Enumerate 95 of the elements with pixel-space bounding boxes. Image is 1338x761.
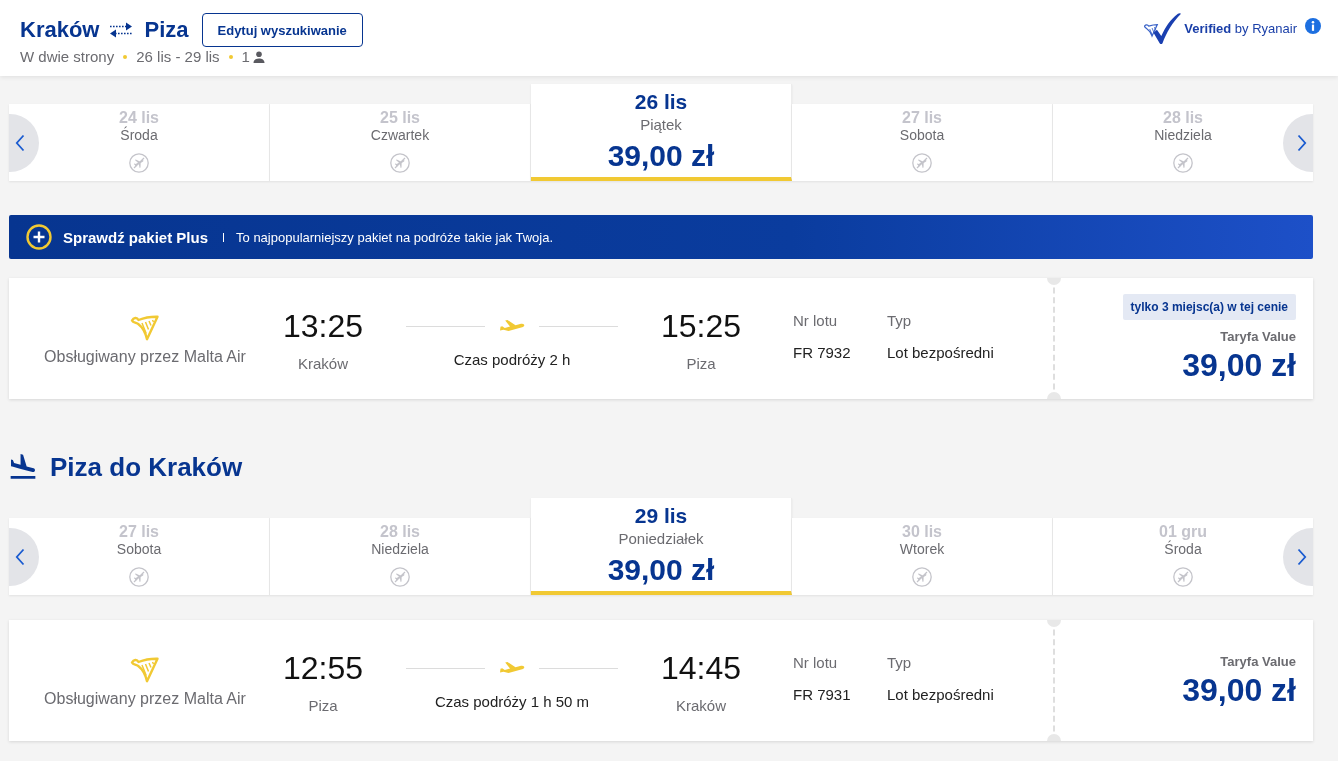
date-tab[interactable]: 30 lis Wtorek xyxy=(792,518,1053,595)
harp-checkmark-icon xyxy=(1144,11,1183,45)
tab-day: Poniedziałek xyxy=(618,530,704,548)
fare-price: 39,00 zł xyxy=(1182,671,1296,708)
edit-search-button[interactable]: Edytuj wyszukiwanie xyxy=(201,13,363,47)
tab-day: Sobota xyxy=(899,127,945,143)
banner-text: To najpopularniejszy pakiet na podróże takie jak Twoja. xyxy=(236,229,554,245)
separator-dot-icon xyxy=(228,55,233,59)
person-icon xyxy=(252,51,265,63)
no-flight-icon xyxy=(1173,567,1193,587)
arrival-city: Kraków xyxy=(676,697,726,715)
verified-text: Verified by Ryanair xyxy=(1184,20,1297,36)
duration-text: Czas podróży 1 h 50 m xyxy=(434,693,590,711)
operator-text: Obsługiwany przez Malta Air xyxy=(44,348,246,366)
tab-date: 27 lis xyxy=(902,109,942,127)
harp-logo-icon xyxy=(130,314,160,342)
fare-price: 39,00 zł xyxy=(1182,347,1296,383)
trip-type: W dwie strony xyxy=(20,48,115,66)
date-tab[interactable]: 27 lis Sobota xyxy=(9,518,270,595)
tab-price: 39,00 zł xyxy=(607,553,715,587)
tab-date: 28 lis xyxy=(380,523,420,541)
tab-day: Wtorek xyxy=(899,541,945,557)
flight-type-label: Typ xyxy=(887,312,912,330)
plane-icon xyxy=(499,661,525,675)
date-tab[interactable]: 26 lis Piątek 39,00 zł xyxy=(531,84,792,181)
no-flight-icon xyxy=(390,153,410,173)
date-tab[interactable]: 28 lis Niedziela xyxy=(270,518,531,595)
tab-day: Środa xyxy=(1164,541,1202,557)
chevron-left-icon xyxy=(15,548,25,566)
tab-date: 30 lis xyxy=(902,523,942,541)
origin-city: Kraków xyxy=(20,17,100,43)
tab-day: Piątek xyxy=(640,116,682,134)
section-title: Piza do Kraków xyxy=(50,452,243,482)
no-flight-icon xyxy=(129,153,149,173)
harp-logo-icon xyxy=(130,656,160,684)
flight-number-label: Nr lotu xyxy=(793,654,838,672)
date-tab[interactable]: 27 lis Sobota xyxy=(792,104,1053,181)
plane-icon xyxy=(499,319,525,333)
arrival-city: Piza xyxy=(686,355,716,373)
arrival-time: 14:45 xyxy=(660,650,742,686)
promo-banner[interactable]: Sprawdź pakiet Plus To najpopularniejszy pakiet na podróże takie jak Twoja. xyxy=(9,215,1313,259)
tab-day: Niedziela xyxy=(371,541,429,557)
chevron-right-icon xyxy=(1297,134,1307,152)
tab-day: Niedziela xyxy=(1154,127,1212,143)
arrival-time: 15:25 xyxy=(660,308,742,344)
flight-type-label: Typ xyxy=(887,654,912,672)
flight-number: FR 7931 xyxy=(793,686,851,704)
date-tab[interactable]: 29 lis Poniedziałek 39,00 zł xyxy=(531,498,792,595)
plus-circle-icon xyxy=(26,224,52,250)
operator-text: Obsługiwany przez Malta Air xyxy=(44,690,246,708)
flight-card[interactable]: Obsługiwany przez Malta Air 13:25 Kraków Czas podróży 2 h 15:25 Piza Nr lotu FR 7932 Typ Lot bezpośredni tylko 3 miejsc(a) w tej cenie Taryfa Value 39,00 zł xyxy=(9,278,1313,399)
flight-number: FR 7932 xyxy=(793,344,851,362)
flight-card[interactable]: Obsługiwany przez Malta Air 12:55 Piza Czas podróży 1 h 50 m 14:45 Kraków Nr lotu FR 7931 Typ Lot bezpośredni Taryfa Value 39,00 zł xyxy=(9,620,1313,741)
ticket-notch xyxy=(1047,734,1061,741)
departure-time: 13:25 xyxy=(282,308,364,344)
banner-title: Sprawdź pakiet Plus xyxy=(63,228,209,246)
duration-text: Czas podróży 2 h xyxy=(453,351,571,369)
flight-type: Lot bezpośredni xyxy=(887,686,994,704)
fare-name: Taryfa Value xyxy=(1220,653,1296,670)
no-flight-icon xyxy=(912,153,932,173)
flight-type: Lot bezpośredni xyxy=(887,344,994,362)
tab-price: 39,00 zł xyxy=(607,139,715,173)
ticket-notch xyxy=(1047,392,1061,399)
departure-city: Kraków xyxy=(298,355,348,373)
separator-dot-icon xyxy=(123,55,128,59)
destination-city: Piza xyxy=(144,17,189,43)
date-tab[interactable]: 24 lis Środa xyxy=(9,104,270,181)
no-flight-icon xyxy=(390,567,410,587)
landing-plane-icon xyxy=(10,454,36,480)
info-icon[interactable] xyxy=(1305,18,1321,34)
tab-date: 29 lis xyxy=(634,504,688,528)
tab-date: 28 lis xyxy=(1163,109,1203,127)
departure-city: Piza xyxy=(308,697,338,715)
trip-dates: 26 lis - 29 lis xyxy=(136,48,220,66)
tab-date: 26 lis xyxy=(634,90,688,114)
no-flight-icon xyxy=(129,567,149,587)
tab-date: 24 lis xyxy=(119,109,159,126)
no-flight-icon xyxy=(912,567,932,587)
tab-day: Środa xyxy=(120,127,158,143)
tab-date: 25 lis xyxy=(380,109,420,127)
tab-date: 01 gru xyxy=(1159,523,1207,540)
date-tab[interactable]: 25 lis Czwartek xyxy=(270,104,531,181)
chevron-left-icon xyxy=(15,134,25,152)
tab-day: Czwartek xyxy=(370,127,430,143)
date-tab[interactable]: 28 lis Niedziela xyxy=(1053,104,1313,181)
no-flight-icon xyxy=(1173,153,1193,173)
date-tab[interactable]: 01 gru Środa xyxy=(1053,518,1313,595)
chevron-right-icon xyxy=(1297,548,1307,566)
passenger-count: 1 xyxy=(241,48,250,66)
tab-day: Sobota xyxy=(116,541,162,557)
flight-number-label: Nr lotu xyxy=(793,312,838,330)
departure-time: 12:55 xyxy=(282,650,364,686)
tab-date: 27 lis xyxy=(119,523,159,541)
fare-name: Taryfa Value xyxy=(1220,329,1296,345)
seats-left-badge: tylko 3 miejsc(a) w tej cenie xyxy=(1122,294,1296,320)
